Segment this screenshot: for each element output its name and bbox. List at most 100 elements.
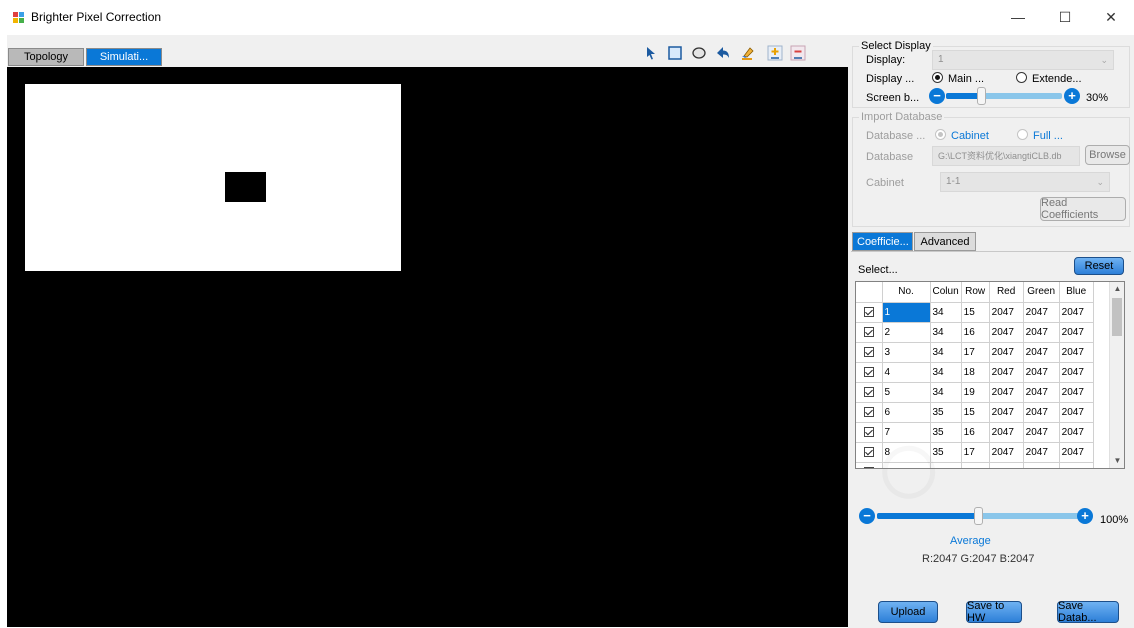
cell-no[interactable]: 4 (882, 362, 931, 383)
column-header-no[interactable]: No. (882, 282, 931, 303)
zoom-out-icon[interactable] (788, 43, 808, 63)
cell-red[interactable]: 2047 (989, 382, 1024, 403)
cell-no[interactable]: 2 (882, 322, 931, 343)
cell-blue[interactable]: 2047 (1059, 302, 1094, 323)
table-row[interactable]: 93518204720472047 (856, 462, 1094, 468)
cell-row[interactable]: 18 (961, 362, 990, 383)
row-checkbox-cell[interactable] (856, 442, 883, 463)
cabinet-type-radio[interactable] (935, 129, 946, 140)
cell-red[interactable]: 2047 (989, 462, 1024, 468)
brightness-decrease-button[interactable]: − (929, 88, 945, 104)
cell-column[interactable]: 35 (930, 442, 962, 463)
read-coefficients-button[interactable]: Read Coefficients (1040, 197, 1126, 221)
checkbox-checked-icon[interactable] (863, 366, 874, 377)
cell-green[interactable]: 2047 (1023, 302, 1060, 323)
cell-green[interactable]: 2047 (1023, 442, 1060, 463)
main-mode-label[interactable]: Main ... (948, 73, 984, 85)
cell-row[interactable]: 17 (961, 342, 990, 363)
cell-column[interactable]: 34 (930, 342, 962, 363)
ellipse-select-icon[interactable] (689, 43, 709, 63)
checkbox-checked-icon[interactable] (863, 406, 874, 417)
cell-row[interactable]: 18 (961, 462, 990, 468)
cabinet-preview[interactable] (25, 84, 401, 271)
tab-topology[interactable]: Topology (8, 48, 84, 66)
scroll-up-icon[interactable]: ▲ (1110, 282, 1124, 296)
cell-blue[interactable]: 2047 (1059, 342, 1094, 363)
cell-no[interactable]: 3 (882, 342, 931, 363)
database-path-field[interactable]: G:\LCT资料优化\xiangtiCLB.db (932, 146, 1080, 166)
cabinet-select[interactable]: 1-1 ⌄ (940, 172, 1110, 192)
cell-no[interactable]: 8 (882, 442, 931, 463)
checkbox-checked-icon[interactable] (863, 306, 874, 317)
checkbox-checked-icon[interactable] (863, 386, 874, 397)
level-increase-button[interactable]: + (1077, 508, 1093, 524)
level-decrease-button[interactable]: − (859, 508, 875, 524)
extended-mode-radio[interactable] (1016, 72, 1027, 83)
cell-no[interactable]: 6 (882, 402, 931, 423)
row-checkbox-cell[interactable] (856, 462, 883, 468)
checkbox-checked-icon[interactable] (863, 326, 874, 337)
checkbox-checked-icon[interactable] (863, 346, 874, 357)
table-row[interactable]: 2 34 16 2047 2047 2047 (856, 322, 1094, 343)
cell-no[interactable]: 9 (882, 462, 931, 468)
full-type-radio[interactable] (1017, 129, 1028, 140)
maximize-button[interactable]: ☐ (1047, 0, 1083, 34)
column-header-blue[interactable]: Blue (1059, 282, 1094, 303)
cell-no[interactable]: 1 (882, 302, 931, 323)
cell-column[interactable]: 34 (930, 382, 962, 403)
table-row[interactable]: 4 34 18 2047 2047 2047 (856, 362, 1094, 383)
table-row[interactable]: 3 34 17 2047 2047 2047 (856, 342, 1094, 363)
minimize-button[interactable]: — (1000, 0, 1036, 34)
row-checkbox-cell[interactable] (856, 342, 883, 363)
cell-no[interactable]: 5 (882, 382, 931, 403)
cell-red[interactable]: 2047 (989, 322, 1024, 343)
undo-arrow-icon[interactable] (713, 43, 733, 63)
cell-blue[interactable]: 2047 (1059, 362, 1094, 383)
cell-green[interactable]: 2047 (1023, 402, 1060, 423)
level-slider-thumb[interactable] (974, 507, 983, 525)
cell-no[interactable]: 7 (882, 422, 931, 443)
brightness-slider[interactable] (946, 93, 1062, 99)
scrollbar-thumb[interactable] (1112, 298, 1122, 336)
cell-blue[interactable]: 2047 (1059, 462, 1094, 468)
extended-mode-label[interactable]: Extende... (1032, 73, 1082, 85)
save-to-hw-button[interactable]: Save to HW (966, 600, 1022, 624)
main-mode-radio[interactable] (932, 72, 943, 83)
table-row[interactable]: 6 35 15 2047 2047 2047 (856, 402, 1094, 423)
cell-column[interactable]: 35 (930, 462, 962, 468)
column-header-green[interactable]: Green (1023, 282, 1060, 303)
cell-red[interactable]: 2047 (989, 402, 1024, 423)
pointer-icon[interactable] (641, 43, 661, 63)
row-checkbox-cell[interactable] (856, 382, 883, 403)
row-checkbox-cell[interactable] (856, 362, 883, 383)
cell-blue[interactable]: 2047 (1059, 442, 1094, 463)
cell-row[interactable]: 16 (961, 422, 990, 443)
cell-column[interactable]: 34 (930, 362, 962, 383)
cell-red[interactable]: 2047 (989, 302, 1024, 323)
browse-button[interactable]: Browse (1085, 145, 1130, 165)
column-header-row[interactable]: Row (961, 282, 990, 303)
coefficients-table[interactable]: No. Colun Row Red Green Blue 1 34 15 2047 20… (855, 281, 1125, 469)
cell-row[interactable]: 19 (961, 382, 990, 403)
cell-red[interactable]: 2047 (989, 342, 1024, 363)
cell-column[interactable]: 35 (930, 402, 962, 423)
table-scrollbar[interactable]: ▲ ▼ (1109, 282, 1124, 468)
table-row[interactable]: 8 35 17 2047 2047 2047 (856, 442, 1094, 463)
column-header-red[interactable]: Red (989, 282, 1024, 303)
cell-blue[interactable]: 2047 (1059, 402, 1094, 423)
upload-button[interactable]: Upload (878, 601, 938, 623)
cell-row[interactable]: 17 (961, 442, 990, 463)
cell-row[interactable]: 16 (961, 322, 990, 343)
checkbox-checked-icon[interactable] (863, 466, 874, 468)
full-type-label[interactable]: Full ... (1033, 130, 1063, 142)
rectangle-select-icon[interactable] (665, 43, 685, 63)
reset-button[interactable]: Reset (1074, 257, 1124, 275)
close-button[interactable]: ✕ (1093, 0, 1129, 34)
cell-red[interactable]: 2047 (989, 422, 1024, 443)
table-row[interactable]: 5 34 19 2047 2047 2047 (856, 382, 1094, 403)
brightness-slider-thumb[interactable] (976, 87, 986, 105)
checkbox-checked-icon[interactable] (863, 426, 874, 437)
simulation-canvas[interactable] (7, 67, 848, 627)
cell-row[interactable]: 15 (961, 402, 990, 423)
cell-green[interactable]: 2047 (1023, 322, 1060, 343)
